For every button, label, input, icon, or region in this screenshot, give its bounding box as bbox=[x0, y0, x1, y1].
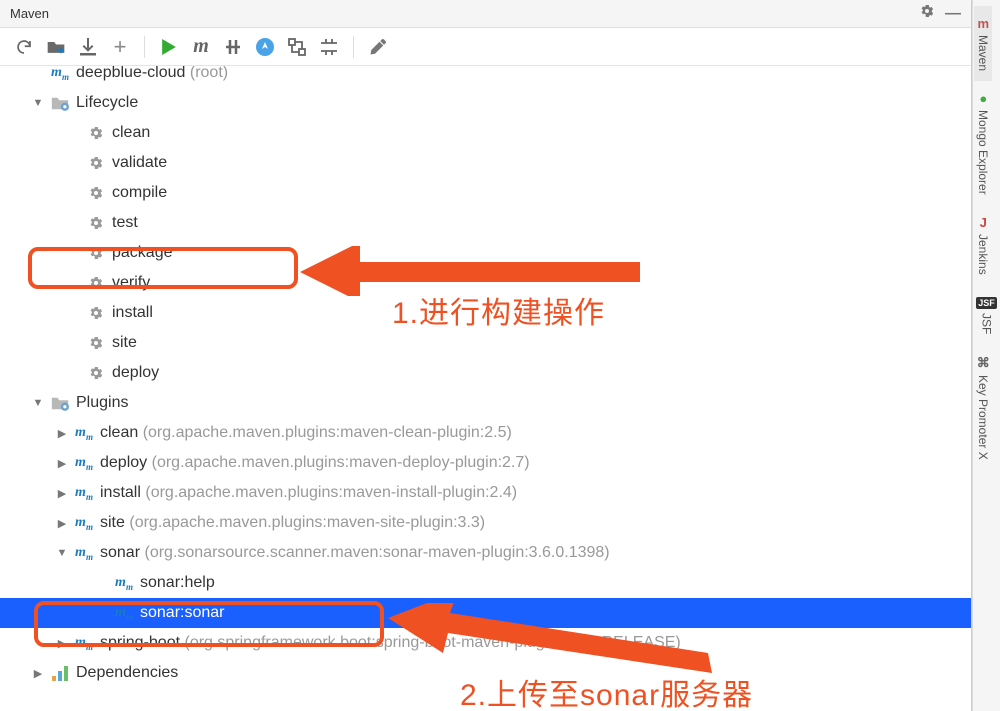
toolwindow-tab-maven[interactable]: mMaven bbox=[974, 6, 992, 81]
plugin-clean[interactable]: ▶mmclean (org.apache.maven.plugins:maven… bbox=[0, 418, 971, 448]
maven-tree[interactable]: mm deepblue-cloud (root) ▼ Lifecycle cle… bbox=[0, 66, 971, 711]
show-deps-button[interactable] bbox=[283, 33, 311, 61]
refresh-button[interactable] bbox=[10, 33, 38, 61]
collapse-all-button[interactable] bbox=[315, 33, 343, 61]
lifecycle-package[interactable]: package bbox=[0, 238, 971, 268]
run-button[interactable] bbox=[155, 33, 183, 61]
plugin-install[interactable]: ▶mminstall (org.apache.maven.plugins:mav… bbox=[0, 478, 971, 508]
toolwindow-tab-jenkins[interactable]: JJenkins bbox=[974, 205, 992, 285]
panel-title: Maven bbox=[10, 6, 49, 21]
title-bar: Maven — bbox=[0, 0, 971, 28]
settings-icon[interactable] bbox=[919, 3, 935, 24]
maven-panel: Maven — + m mm bbox=[0, 0, 972, 711]
plugin-spring-boot[interactable]: ▶mmspring-boot (org.springframework.boot… bbox=[0, 628, 971, 658]
plugin-deploy[interactable]: ▶mmdeploy (org.apache.maven.plugins:mave… bbox=[0, 448, 971, 478]
minimize-icon[interactable]: — bbox=[945, 5, 961, 23]
tree-plugins[interactable]: ▼ Plugins bbox=[0, 388, 971, 418]
settings-button[interactable] bbox=[364, 33, 392, 61]
toolbar: + m bbox=[0, 28, 971, 66]
toggle-skip-tests-button[interactable] bbox=[219, 33, 247, 61]
goal-sonar-sonar[interactable]: mmsonar:sonar bbox=[0, 598, 971, 628]
generate-sources-button[interactable] bbox=[42, 33, 70, 61]
lifecycle-site[interactable]: site bbox=[0, 328, 971, 358]
lifecycle-clean[interactable]: clean bbox=[0, 118, 971, 148]
offline-mode-button[interactable] bbox=[251, 33, 279, 61]
plugin-site[interactable]: ▶mmsite (org.apache.maven.plugins:maven-… bbox=[0, 508, 971, 538]
execute-goal-button[interactable]: m bbox=[187, 33, 215, 61]
toolwindow-tab-key-promoter-x[interactable]: ⌘Key Promoter X bbox=[974, 345, 992, 470]
lifecycle-install[interactable]: install bbox=[0, 298, 971, 328]
add-button[interactable]: + bbox=[106, 33, 134, 61]
lifecycle-compile[interactable]: compile bbox=[0, 178, 971, 208]
lifecycle-validate[interactable]: validate bbox=[0, 148, 971, 178]
tree-lifecycle[interactable]: ▼ Lifecycle bbox=[0, 88, 971, 118]
goal-sonar-help[interactable]: mmsonar:help bbox=[0, 568, 971, 598]
right-toolwindow-bar: mMaven●Mongo ExplorerJJenkinsJSFJSF⌘Key … bbox=[972, 0, 1000, 711]
download-sources-button[interactable] bbox=[74, 33, 102, 61]
plugin-sonar[interactable]: ▼mmsonar (org.sonarsource.scanner.maven:… bbox=[0, 538, 971, 568]
toolwindow-tab-mongo-explorer[interactable]: ●Mongo Explorer bbox=[974, 81, 992, 205]
tree-dependencies[interactable]: ▶ Dependencies bbox=[0, 658, 971, 688]
lifecycle-verify[interactable]: verify bbox=[0, 268, 971, 298]
lifecycle-deploy[interactable]: deploy bbox=[0, 358, 971, 388]
lifecycle-test[interactable]: test bbox=[0, 208, 971, 238]
toolwindow-tab-jsf[interactable]: JSFJSF bbox=[974, 284, 999, 344]
tree-root[interactable]: mm deepblue-cloud (root) bbox=[0, 66, 971, 88]
